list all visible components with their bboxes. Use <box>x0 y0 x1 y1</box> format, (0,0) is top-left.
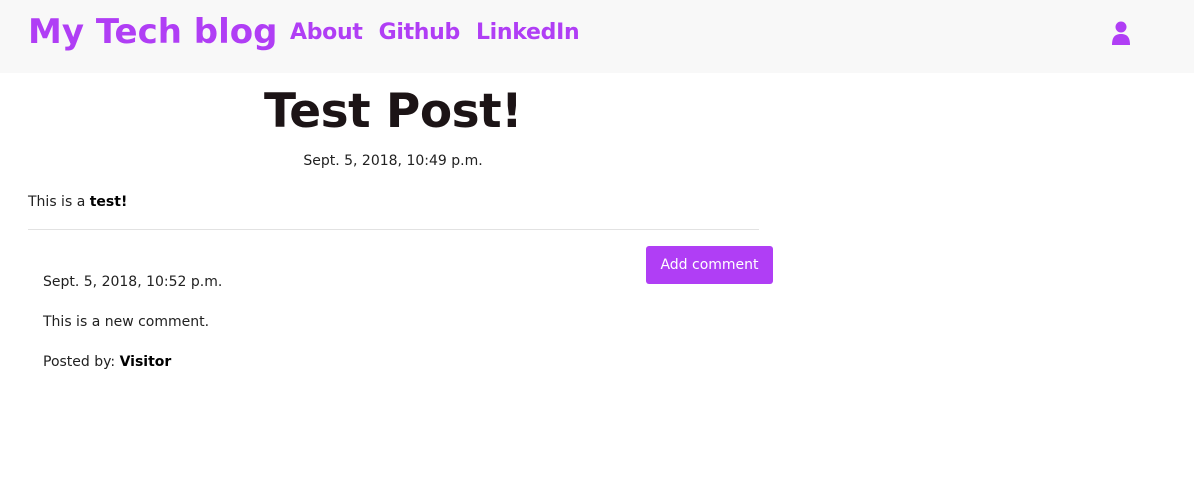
post-body-bold: test! <box>89 194 128 210</box>
comment-date: Sept. 5, 2018, 10:52 p.m. <box>43 274 223 290</box>
posted-by-label: Posted by: <box>43 354 120 370</box>
post-body: This is a test! <box>28 192 127 212</box>
nav-link-about[interactable]: About <box>290 18 363 48</box>
nav-links: About Github LinkedIn <box>290 18 580 48</box>
nav-link-linkedin[interactable]: LinkedIn <box>476 18 580 48</box>
comment: Sept. 5, 2018, 10:52 p.m. This is a new … <box>43 272 222 392</box>
navbar: My Tech blog About Github LinkedIn <box>0 0 1194 73</box>
comment-author: Visitor <box>119 354 172 370</box>
post-body-text: This is a <box>28 194 90 210</box>
post-date: Sept. 5, 2018, 10:49 p.m. <box>303 153 483 169</box>
post-title: Test Post! <box>263 84 523 139</box>
add-comment-button[interactable]: Add comment <box>646 246 773 284</box>
divider <box>28 229 759 230</box>
user-icon[interactable] <box>1111 21 1131 45</box>
comment-text: This is a new comment. <box>43 314 210 330</box>
nav-link-github[interactable]: Github <box>379 18 461 48</box>
brand-link[interactable]: My Tech blog <box>28 10 277 54</box>
comment-author-line: Posted by: Visitor <box>43 352 222 372</box>
